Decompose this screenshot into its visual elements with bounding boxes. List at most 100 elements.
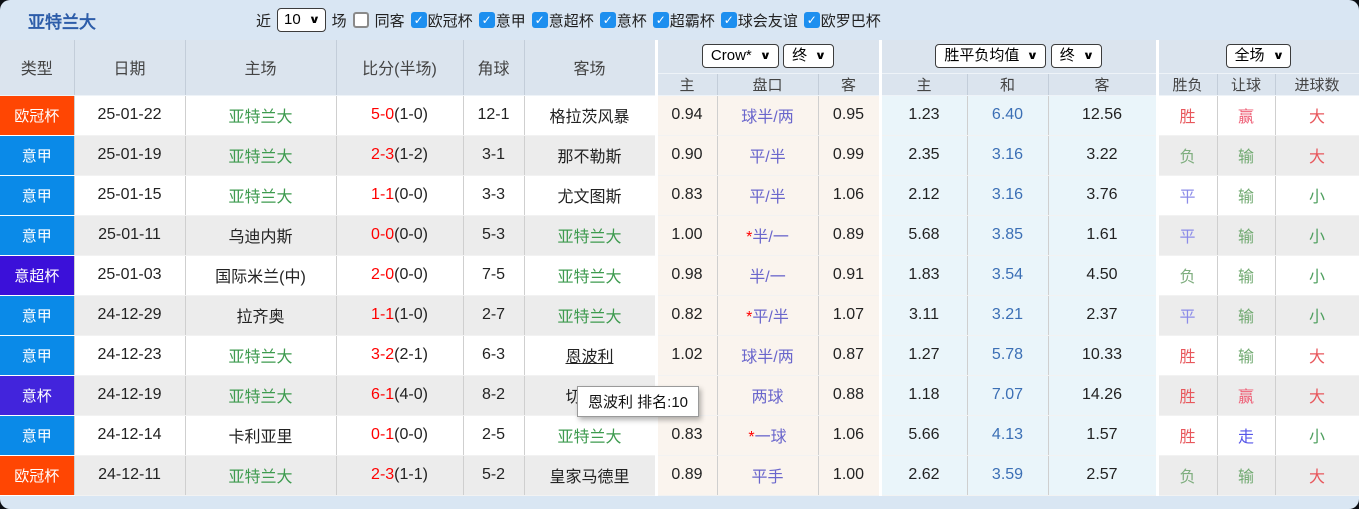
league-checkbox[interactable]: ✓ (531, 12, 548, 28)
goals-total: 大 (1275, 335, 1359, 376)
away-team: 皇家马德里 (524, 455, 657, 496)
result: 负 (1155, 455, 1218, 496)
avg-draw: 3.16 (967, 175, 1049, 216)
col-handicap: 盘口 (717, 73, 819, 96)
chevron-down-icon: ∨ (1082, 50, 1095, 63)
away-team: 亚特兰大 (524, 215, 657, 256)
odds-home: 0.83 (654, 415, 718, 456)
handicap-result: 输 (1217, 455, 1276, 496)
odds-away: 0.88 (818, 375, 881, 416)
result: 平 (1155, 295, 1218, 336)
match-date: 25-01-19 (74, 135, 186, 176)
league-checkbox[interactable]: ✓ (478, 12, 495, 28)
goals-total: 大 (1275, 455, 1359, 496)
handicap-result: 赢 (1217, 375, 1276, 416)
avg-home: 1.23 (878, 95, 968, 136)
avg-type-select[interactable]: 胜平负均值 ∨ (935, 44, 1047, 69)
handicap: 平手 (717, 455, 819, 496)
match-row: 意甲 25-01-11 乌迪内斯 0-0(0-0) 5-3 亚特兰大 1.00 *半/一 0.8… (0, 215, 1359, 256)
league-filter-group: ✓ 欧冠杯 ✓ 意甲 ✓ 意超杯 ✓ 意杯 ✓ 超霸杯 ✓ 球会友谊 ✓ 欧罗巴杯 (410, 10, 881, 31)
odds-source-select[interactable]: Crow* ∨ (701, 44, 779, 69)
handicap: *半/一 (717, 215, 819, 256)
league-checkbox[interactable]: ✓ (410, 12, 427, 28)
avg-draw: 6.40 (967, 95, 1049, 136)
home-team: 亚特兰大 (185, 455, 337, 496)
match-row: 欧冠杯 25-01-22 亚特兰大 5-0(1-0) 12-1 格拉茨风暴 0.94 球半/两… (0, 95, 1359, 136)
league-filter: ✓ 欧冠杯 (410, 10, 473, 31)
odds-away: 1.07 (818, 295, 881, 336)
away-team[interactable]: 恩波利 (524, 335, 657, 376)
avg-state-select[interactable]: 终 ∨ (1050, 44, 1102, 69)
match-date: 24-12-19 (74, 375, 186, 416)
match-row: 意甲 24-12-29 拉齐奥 1-1(1-0) 2-7 亚特兰大 0.82 *平/半 1.07… (0, 295, 1359, 336)
league-label: 球会友谊 (737, 12, 798, 30)
league-label: 欧冠杯 (427, 12, 473, 30)
type-badge: 意甲 (0, 215, 75, 256)
type-badge: 意甲 (0, 415, 75, 456)
goals-total: 大 (1275, 375, 1359, 416)
score: 2-3(1-2) (336, 135, 464, 176)
avg-controls-cell: 胜平负均值 ∨ 终 ∨ (878, 40, 1158, 74)
match-date: 25-01-11 (74, 215, 186, 256)
col-goal: 进球数 (1275, 73, 1359, 96)
odds-state-select[interactable]: 终 ∨ (783, 44, 835, 69)
score: 1-1(1-0) (336, 295, 464, 336)
avg-home: 2.62 (878, 455, 968, 496)
same-venue-label: 同客 (374, 12, 405, 30)
league-filter: ✓ 意甲 (478, 10, 526, 31)
home-team: 亚特兰大 (185, 335, 337, 376)
avg-home: 1.27 (878, 335, 968, 376)
goals-total: 小 (1275, 415, 1359, 456)
away-team: 尤文图斯 (524, 175, 657, 216)
home-team: 亚特兰大 (185, 375, 337, 416)
match-date: 25-01-22 (74, 95, 186, 136)
handicap: 球半/两 (717, 335, 819, 376)
result: 胜 (1155, 375, 1218, 416)
match-history-panel: 亚特兰大 近 10 ∨ 场 同客 ✓ 欧冠杯 ✓ 意甲 ✓ 意超杯 ✓ 意杯 ✓ 超霸杯 ✓ 球会友谊 ✓… (0, 0, 1359, 509)
league-filter: ✓ 超霸杯 (652, 10, 715, 31)
col-date: 日期 (74, 40, 186, 96)
avg-home: 1.83 (878, 255, 968, 296)
avg-away: 1.57 (1048, 415, 1158, 456)
handicap: 两球 (717, 375, 819, 416)
avg-away: 1.61 (1048, 215, 1158, 256)
avg-away: 2.37 (1048, 295, 1158, 336)
col-type: 类型 (0, 40, 75, 96)
avg-away: 4.50 (1048, 255, 1158, 296)
league-filter: ✓ 欧罗巴杯 (803, 10, 881, 31)
odds-home: 0.98 (654, 255, 718, 296)
col-away: 客场 (524, 40, 657, 96)
avg-away: 12.56 (1048, 95, 1158, 136)
scope-select[interactable]: 全场 ∨ (1225, 44, 1292, 69)
result: 胜 (1155, 335, 1218, 376)
handicap: *一球 (717, 415, 819, 456)
league-filter: ✓ 球会友谊 (720, 10, 798, 31)
avg-draw: 3.54 (967, 255, 1049, 296)
home-team: 拉齐奥 (185, 295, 337, 336)
recent-count-select[interactable]: 10 ∨ (277, 8, 326, 32)
odds-away: 1.00 (818, 455, 881, 496)
corner: 2-7 (463, 295, 525, 336)
goals-total: 大 (1275, 135, 1359, 176)
same-venue-checkbox[interactable] (352, 12, 369, 28)
score: 2-3(1-1) (336, 455, 464, 496)
handicap: 半/一 (717, 255, 819, 296)
col-avg-home: 主 (878, 73, 968, 96)
league-checkbox[interactable]: ✓ (652, 12, 669, 28)
corner: 5-3 (463, 215, 525, 256)
col-score: 比分(半场) (336, 40, 464, 96)
match-table: 类型 日期 主场 比分(半场) 角球 客场 Crow* ∨ 终 ∨ 胜平负均值 ∨ (0, 40, 1359, 496)
league-checkbox[interactable]: ✓ (720, 12, 737, 28)
league-checkbox[interactable]: ✓ (599, 12, 616, 28)
match-rows: 欧冠杯 25-01-22 亚特兰大 5-0(1-0) 12-1 格拉茨风暴 0.94 球半/两… (0, 95, 1359, 496)
col-odds-home: 主 (654, 73, 718, 96)
away-team: 亚特兰大 (524, 295, 657, 336)
col-avg-draw: 和 (967, 73, 1049, 96)
type-badge: 欧冠杯 (0, 95, 75, 136)
away-team: 那不勒斯 (524, 135, 657, 176)
league-checkbox[interactable]: ✓ (803, 12, 820, 28)
avg-draw: 7.07 (967, 375, 1049, 416)
match-row: 欧冠杯 24-12-11 亚特兰大 2-3(1-1) 5-2 皇家马德里 0.89 平手 1.0… (0, 455, 1359, 496)
chevron-down-icon: ∨ (1026, 50, 1039, 63)
score: 6-1(4-0) (336, 375, 464, 416)
